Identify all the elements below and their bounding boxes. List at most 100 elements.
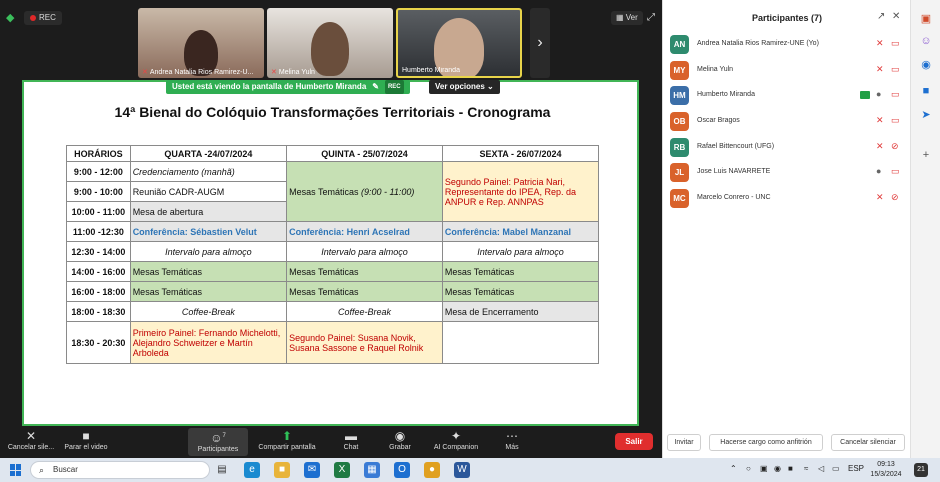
meeting-topbar: ◆ REC ✕ Andrea Natalia Rios Ramirez-U... …	[0, 0, 662, 80]
invite-button[interactable]: Invitar	[667, 434, 701, 451]
mail-icon[interactable]: ✉	[304, 462, 320, 478]
windows-start-icon[interactable]	[10, 464, 22, 476]
task-view-icon[interactable]: ▤	[214, 462, 230, 478]
participant-row[interactable]: HM Humberto Miranda ● ▭	[663, 83, 911, 109]
tray-icon[interactable]: ◉	[774, 464, 781, 473]
gift-icon[interactable]: ▣	[919, 12, 933, 26]
participant-row[interactable]: AN Andrea Natalia Rios Ramirez-UNE (Yo) …	[663, 32, 911, 58]
clock-time: 09:13	[877, 461, 895, 468]
shield-icon[interactable]: ◆	[6, 12, 18, 24]
video-thumbnail[interactable]: ✕ Andrea Natalia Rios Ramirez-U...	[138, 8, 264, 78]
mute-all-button[interactable]: Cancelar silenciar	[831, 434, 905, 451]
time-cell: 9:00 - 12:00	[66, 161, 131, 182]
meeting-toolbar: ✕ Cancelar sile... ■ Parar el video ☺7 P…	[0, 426, 662, 458]
table-row: 9:00 - 12:00 Credenciamento (manhã) Mesa…	[66, 161, 600, 222]
participant-name: Humberto Miranda	[697, 91, 755, 99]
next-page-arrow-icon[interactable]: ›	[530, 8, 550, 78]
video-camera-icon[interactable]: ▭	[891, 89, 900, 100]
mic-muted-icon[interactable]: ✕	[876, 64, 884, 75]
video-off-icon[interactable]: ⊘	[891, 192, 899, 203]
participant-name: Rafael Bittencourt (UFG)	[697, 142, 775, 150]
video-off-icon[interactable]: ⊘	[891, 141, 899, 152]
table-cell: Coffee-Break	[129, 301, 288, 322]
outlook-taskbar-icon[interactable]: O	[394, 462, 410, 478]
wifi-icon[interactable]: ≈	[804, 464, 808, 473]
more-icon: ⋯	[506, 429, 518, 443]
more-button[interactable]: ⋯ Más	[500, 428, 524, 451]
table-cell: Mesa de abertura	[129, 201, 288, 222]
table-row: 14:00 - 16:00 Mesas Temáticas Mesas Temá…	[66, 261, 600, 282]
windows-taskbar: ⌕ Buscar ▤ e ■ ✉ X ▦ O ● W ⌃ ○ ▣ ◉ ■ ≈ ◁…	[0, 458, 940, 482]
participants-panel: Participantes (7) ↗ ✕ AN Andrea Natalia …	[662, 0, 910, 458]
excel-icon[interactable]: X	[334, 462, 350, 478]
avatar: MC	[670, 189, 689, 209]
chat-button[interactable]: ▬ Chat	[336, 428, 366, 451]
close-icon[interactable]: ✕	[892, 11, 900, 22]
add-icon[interactable]: +	[919, 148, 933, 162]
view-button[interactable]: ▦ Ver	[611, 11, 643, 25]
word-icon[interactable]: W	[454, 462, 470, 478]
cell-time-note: (9:00 - 11:00)	[361, 186, 415, 197]
table-cell: Intervalo para almoço	[286, 241, 443, 262]
fullscreen-icon[interactable]: ⤢	[644, 11, 658, 25]
unmute-button[interactable]: ✕ Cancelar sile...	[4, 428, 58, 451]
video-camera-icon[interactable]: ▭	[891, 115, 900, 126]
video-thumbnail[interactable]: ✕ Melina Yuln	[267, 8, 393, 78]
file-explorer-icon[interactable]: ■	[274, 462, 290, 478]
video-camera-icon[interactable]: ▭	[891, 166, 900, 177]
record-button[interactable]: ◉ Grabar	[384, 428, 416, 451]
participant-row[interactable]: RB Rafael Bittencourt (UFG) ✕ ⊘	[663, 135, 911, 161]
table-row: 11:00 -12:30 Conferência: Sébastien Velu…	[66, 221, 600, 242]
video-camera-icon[interactable]: ▭	[891, 38, 900, 49]
view-options-button[interactable]: Ver opciones ⌄	[429, 80, 500, 94]
participant-row[interactable]: MY Melina Yuln ✕ ▭	[663, 58, 911, 84]
taskbar-search[interactable]: ⌕ Buscar	[30, 461, 210, 479]
participant-row[interactable]: OB Oscar Bragos ✕ ▭	[663, 109, 911, 135]
mic-icon[interactable]: ●	[876, 89, 881, 99]
time-cell: 10:00 - 11:00	[66, 201, 131, 222]
mic-muted-icon[interactable]: ✕	[876, 192, 884, 203]
participant-row[interactable]: MC Marcelo Conrero - UNC ✕ ⊘	[663, 186, 911, 212]
user-icon[interactable]: ☺	[919, 34, 933, 48]
ai-companion-button[interactable]: ✦ AI Companion	[430, 428, 482, 451]
outlook-icon[interactable]: ■	[919, 84, 933, 98]
avatar: RB	[670, 137, 689, 157]
video-camera-icon[interactable]: ▭	[891, 64, 900, 75]
stop-video-button[interactable]: ■ Parar el video	[60, 428, 112, 451]
participant-row[interactable]: JL Jose Luis NAVARRETE ● ▭	[663, 160, 911, 186]
zoom-tray-icon[interactable]: ■	[788, 464, 793, 473]
chevron-up-icon[interactable]: ⌃	[730, 464, 737, 473]
cell-text: Mesas Temáticas	[289, 186, 361, 197]
unmute-label: Cancelar sile...	[7, 444, 55, 451]
language-indicator[interactable]: ESP	[848, 464, 864, 473]
share-rec-badge: REC	[384, 80, 404, 94]
claim-host-button[interactable]: Hacerse cargo como anfitrión	[709, 434, 823, 451]
send-icon[interactable]: ➤	[919, 108, 933, 122]
chrome-icon[interactable]: ●	[424, 462, 440, 478]
share-screen-button[interactable]: ⬆ Compartir pantalla	[254, 428, 320, 451]
screen: ◆ REC ✕ Andrea Natalia Rios Ramirez-U... …	[0, 0, 940, 482]
mic-muted-icon: ✕	[142, 69, 148, 76]
table-cell	[441, 321, 600, 364]
mic-icon[interactable]: ●	[876, 166, 881, 176]
mic-muted-icon[interactable]: ✕	[876, 141, 884, 152]
store-icon[interactable]: ▦	[364, 462, 380, 478]
copilot-icon[interactable]: ◉	[919, 58, 933, 72]
leave-button[interactable]: Salir	[615, 433, 653, 450]
battery-icon[interactable]: ▭	[832, 464, 840, 473]
clock[interactable]: 09:13 15/3/2024	[866, 460, 906, 480]
participants-button[interactable]: ☺7 Participantes	[188, 428, 248, 456]
popout-icon[interactable]: ↗	[877, 11, 885, 22]
mic-muted-icon[interactable]: ✕	[876, 38, 884, 49]
table-cell: Conferência: Mabel Manzanal	[441, 221, 600, 242]
notification-badge[interactable]: 21	[914, 463, 928, 477]
volume-icon[interactable]: ◁	[818, 464, 824, 473]
edge-icon[interactable]: e	[244, 462, 260, 478]
mic-muted-icon[interactable]: ✕	[876, 115, 884, 126]
recording-indicator[interactable]: REC	[24, 11, 62, 25]
video-thumbnail-active-speaker[interactable]: Humberto Miranda	[396, 8, 522, 78]
tray-icon[interactable]: ○	[746, 464, 751, 473]
tray-icon[interactable]: ▣	[760, 464, 768, 473]
table-header-row: HORÁRIOS QUARTA -24/07/2024 QUINTA - 25/…	[66, 145, 600, 162]
video-camera-icon: ■	[82, 429, 90, 443]
